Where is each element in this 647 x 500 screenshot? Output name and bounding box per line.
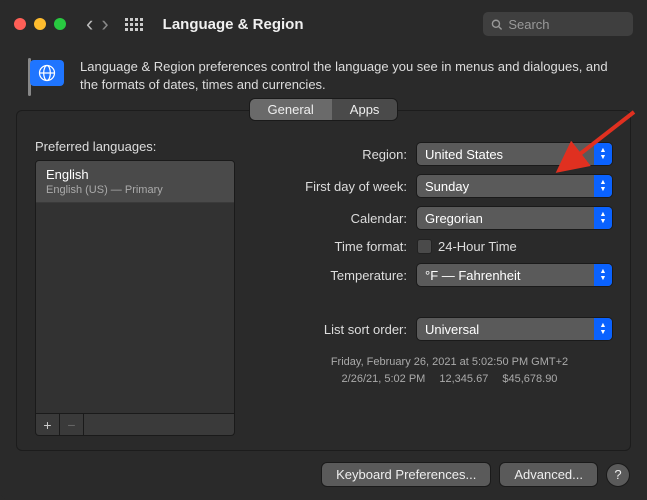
firstday-select[interactable]: Sunday ▲▼ xyxy=(417,175,612,197)
updown-icon: ▲▼ xyxy=(594,318,612,340)
region-label: Region: xyxy=(257,147,407,162)
list-item[interactable]: English English (US) — Primary xyxy=(36,161,234,203)
tab-general[interactable]: General xyxy=(250,99,332,120)
format-sample: Friday, February 26, 2021 at 5:02:50 PM … xyxy=(287,354,612,387)
calendar-label: Calendar: xyxy=(257,211,407,226)
updown-icon: ▲▼ xyxy=(594,264,612,286)
updown-icon: ▲▼ xyxy=(594,207,612,229)
listsort-select[interactable]: Universal ▲▼ xyxy=(417,318,612,340)
show-all-icon[interactable] xyxy=(125,18,143,31)
back-button[interactable]: ‹ xyxy=(86,13,93,35)
forward-button: › xyxy=(101,13,108,35)
listsort-value: Universal xyxy=(425,322,479,337)
updown-icon: ▲▼ xyxy=(594,175,612,197)
listsort-label: List sort order: xyxy=(257,322,407,337)
search-field[interactable] xyxy=(483,12,633,36)
advanced-button[interactable]: Advanced... xyxy=(500,463,597,486)
region-select[interactable]: United States ▲▼ xyxy=(417,143,612,165)
search-icon xyxy=(491,18,502,31)
preferred-languages-label: Preferred languages: xyxy=(35,139,235,154)
calendar-value: Gregorian xyxy=(425,211,483,226)
temperature-value: °F — Fahrenheit xyxy=(425,268,521,283)
firstday-label: First day of week: xyxy=(257,179,407,194)
zoom-icon[interactable] xyxy=(54,18,66,30)
add-language-button[interactable]: + xyxy=(36,414,60,435)
sample-line-2: 2/26/21, 5:02 PM 12,345.67 $45,678.90 xyxy=(287,371,612,388)
language-list[interactable]: English English (US) — Primary xyxy=(35,160,235,414)
24hour-checkbox[interactable] xyxy=(417,239,432,254)
keyboard-preferences-button[interactable]: Keyboard Preferences... xyxy=(322,463,490,486)
temperature-select[interactable]: °F — Fahrenheit ▲▼ xyxy=(417,264,612,286)
sample-line-1: Friday, February 26, 2021 at 5:02:50 PM … xyxy=(287,354,612,371)
temperature-label: Temperature: xyxy=(257,268,407,283)
window-controls[interactable] xyxy=(14,18,66,30)
updown-icon: ▲▼ xyxy=(594,143,612,165)
tab-apps[interactable]: Apps xyxy=(332,99,398,120)
remove-language-button: − xyxy=(60,414,84,435)
search-input[interactable] xyxy=(508,17,625,32)
language-name: English xyxy=(46,167,224,182)
globe-flag-icon xyxy=(26,58,66,96)
close-icon[interactable] xyxy=(14,18,26,30)
timeformat-value: 24-Hour Time xyxy=(438,239,517,254)
minimize-icon[interactable] xyxy=(34,18,46,30)
timeformat-label: Time format: xyxy=(257,239,407,254)
firstday-value: Sunday xyxy=(425,179,469,194)
language-subtitle: English (US) — Primary xyxy=(46,184,224,196)
page-title: Language & Region xyxy=(163,16,304,33)
calendar-select[interactable]: Gregorian ▲▼ xyxy=(417,207,612,229)
description-text: Language & Region preferences control th… xyxy=(80,58,621,94)
tab-segment[interactable]: General Apps xyxy=(250,99,398,120)
region-value: United States xyxy=(425,147,503,162)
help-button[interactable]: ? xyxy=(607,464,629,486)
